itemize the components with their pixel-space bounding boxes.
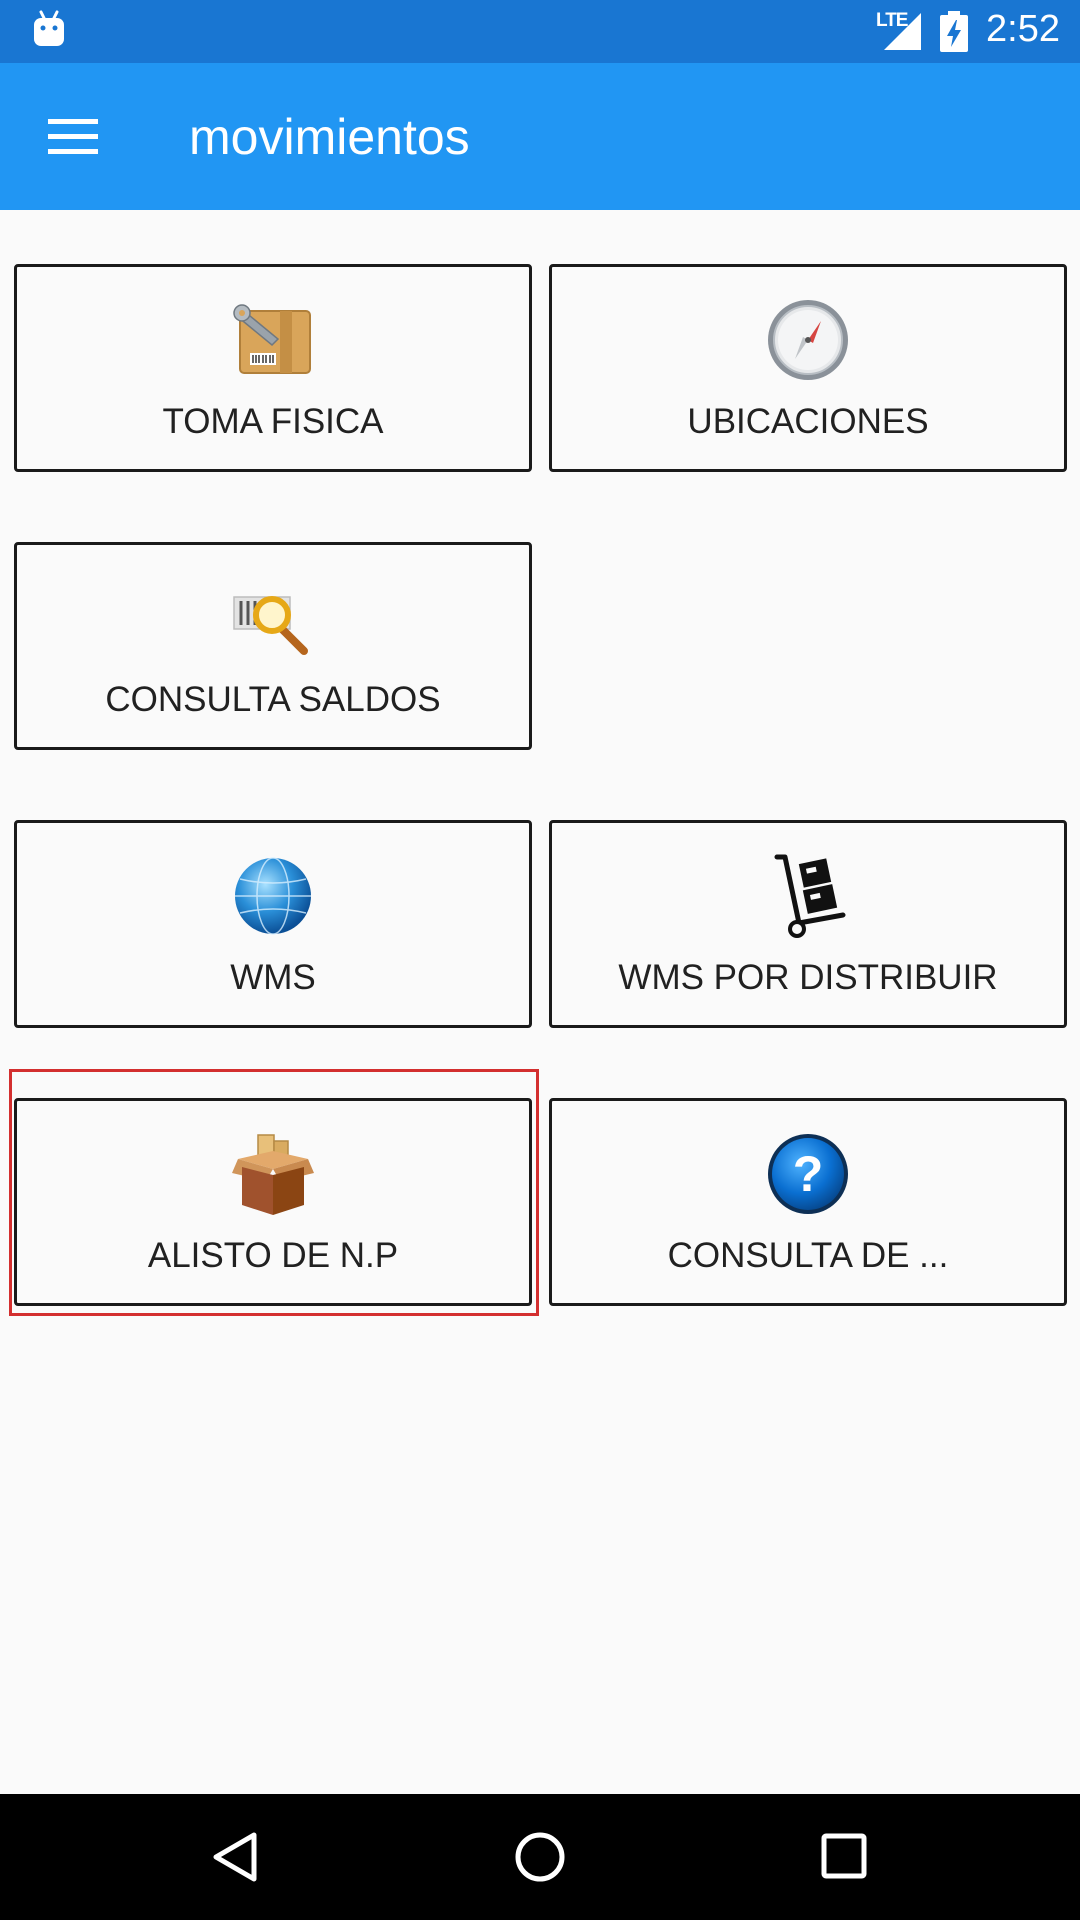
ubicaciones-button[interactable]: UBICACIONES [549,264,1067,472]
selection-highlight [9,1069,539,1316]
consulta-de-button[interactable]: ? CONSULTA DE ... [549,1098,1067,1306]
status-bar: LTE 2:52 [0,0,1080,63]
tile-label: WMS POR DISTRIBUIR [618,958,998,997]
tile-label: TOMA FISICA [162,402,384,441]
home-icon[interactable] [513,1830,567,1884]
consulta-saldos-button[interactable]: CONSULTA SALDOS [14,542,532,750]
navigation-bar [0,1794,1080,1920]
box-wrench-icon [233,304,311,374]
wms-por-distribuir-button[interactable]: WMS POR DISTRIBUIR [549,820,1067,1028]
svg-text:?: ? [793,1146,824,1202]
tile-label: CONSULTA DE ... [667,1236,949,1275]
android-debug-icon [34,10,64,46]
battery-charging-icon [940,11,968,52]
tile-label: WMS [230,958,316,997]
hamburger-menu-icon[interactable] [48,119,98,155]
recents-icon[interactable] [820,1832,868,1880]
barcode-search-icon [233,596,308,655]
signal-icon [884,13,921,50]
page-title: movimientos [189,109,470,165]
globe-icon [235,857,311,935]
toma-fisica-button[interactable]: TOMA FISICA [14,264,532,472]
status-clock: 2:52 [986,8,1060,50]
help-question-icon: ? [768,1134,848,1214]
compass-icon [768,300,848,380]
hand-truck-icon [774,854,846,938]
tile-label: UBICACIONES [687,402,929,441]
back-icon[interactable] [210,1831,262,1883]
app-bar: movimientos [0,63,1080,210]
wms-button[interactable]: WMS [14,820,532,1028]
tile-label: CONSULTA SALDOS [105,680,441,719]
